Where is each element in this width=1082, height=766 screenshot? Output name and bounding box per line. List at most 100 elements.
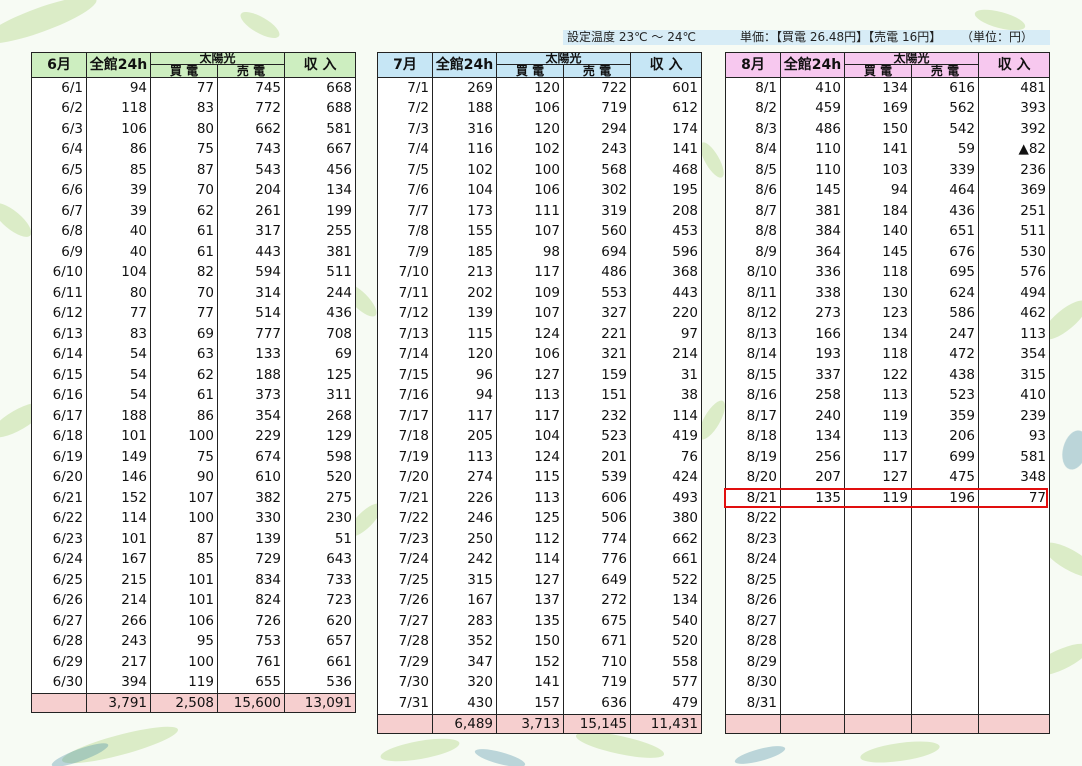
income-cell: [978, 549, 1051, 570]
sell-cell: 694: [562, 242, 632, 263]
total-cell: [780, 693, 845, 714]
buy-cell: 87: [150, 529, 218, 550]
table-row: 8/10 336 118 695 576: [725, 262, 1051, 283]
sell-cell: 776: [562, 549, 632, 570]
total-cell: 80: [86, 283, 151, 304]
sell-cell: 523: [562, 426, 632, 447]
sell-cell: 272: [562, 590, 632, 611]
income-cell: 481: [978, 77, 1051, 99]
table-row: 7/13 115 124 221 97: [377, 324, 703, 345]
sell-cell: [910, 652, 980, 673]
table-row: 8/30: [725, 672, 1051, 693]
sell-cell: 594: [216, 262, 286, 283]
sell-cell: 201: [562, 447, 632, 468]
table-row: 8/5 110 103 339 236: [725, 160, 1051, 181]
date-cell: 6/18: [31, 426, 87, 447]
date-cell: 6/26: [31, 590, 87, 611]
sell-cell: 373: [216, 385, 286, 406]
buy-cell: 83: [150, 98, 218, 119]
income-cell: 251: [978, 201, 1051, 222]
buy-cell: 184: [844, 201, 912, 222]
date-cell: 8/17: [725, 406, 781, 427]
date-cell: 7/27: [377, 611, 433, 632]
table-row: 8/21 135 119 196 77: [725, 488, 1051, 509]
total-cell: 320: [432, 672, 497, 693]
total-value: 11,431: [630, 713, 703, 734]
date-cell: 7/16: [377, 385, 433, 406]
date-cell: 7/7: [377, 201, 433, 222]
date-cell: 8/5: [725, 160, 781, 181]
buy-cell: 69: [150, 324, 218, 345]
income-cell: 93: [978, 426, 1051, 447]
total-cell: 110: [780, 139, 845, 160]
date-cell: 8/2: [725, 98, 781, 119]
totals-row: 6,489 3,713 15,145 11,431: [377, 713, 703, 734]
info-bar: 設定温度 23℃ ～ 24℃ 単価：【買電 26.48円】【売電 16円】 （単…: [563, 30, 1050, 45]
total-cell: [780, 529, 845, 550]
buy-cell: 62: [150, 365, 218, 386]
income-cell: 208: [630, 201, 703, 222]
total-cell: 166: [780, 324, 845, 345]
july-table: 7月 全館24h 太陽光 収 入 買 電 売 電 7/1 269 120 722 601…: [377, 52, 703, 734]
unit-label: （単位：円）: [961, 30, 1034, 44]
table-row: 7/24 242 114 776 661: [377, 549, 703, 570]
sell-cell: 562: [910, 98, 980, 119]
table-row: 7/12 139 107 327 220: [377, 303, 703, 324]
income-cell: 424: [630, 467, 703, 488]
date-cell: 8/14: [725, 344, 781, 365]
table-row: 6/27 266 106 726 620: [31, 611, 357, 632]
sell-cell: 321: [562, 344, 632, 365]
table-row: 7/27 283 135 675 540: [377, 611, 703, 632]
buy-cell: 70: [150, 180, 218, 201]
income-cell: 220: [630, 303, 703, 324]
total-cell: 205: [432, 426, 497, 447]
income-cell: 661: [284, 652, 357, 673]
date-cell: 8/27: [725, 611, 781, 632]
sell-cell: [910, 529, 980, 550]
sell-cell: [910, 590, 980, 611]
sell-cell: 314: [216, 283, 286, 304]
table-row: 6/14 54 63 133 69: [31, 344, 357, 365]
sell-cell: 327: [562, 303, 632, 324]
date-cell: 8/24: [725, 549, 781, 570]
buy-cell: 90: [150, 467, 218, 488]
date-cell: 6/8: [31, 221, 87, 242]
total-cell: 54: [86, 365, 151, 386]
sell-cell: 486: [562, 262, 632, 283]
total-cell: 39: [86, 180, 151, 201]
total-cell: 394: [86, 672, 151, 694]
month-label: 8月: [725, 52, 781, 78]
sell-cell: 624: [910, 283, 980, 304]
sell-cell: 382: [216, 488, 286, 509]
date-cell: 7/25: [377, 570, 433, 591]
total-cell: 338: [780, 283, 845, 304]
table-row: 6/16 54 61 373 311: [31, 385, 357, 406]
sell-cell: 834: [216, 570, 286, 591]
income-header: 収 入: [284, 52, 357, 78]
total-cell: 250: [432, 529, 497, 550]
total-cell: 101: [86, 426, 151, 447]
income-cell: ▲82: [978, 139, 1051, 160]
table-row: 7/21 226 113 606 493: [377, 488, 703, 509]
income-cell: 598: [284, 447, 357, 468]
sell-cell: 475: [910, 467, 980, 488]
date-cell: 8/22: [725, 508, 781, 529]
sell-cell: 675: [562, 611, 632, 632]
total-cell: 283: [432, 611, 497, 632]
date-cell: 8/6: [725, 180, 781, 201]
income-cell: 667: [284, 139, 357, 160]
date-cell: 8/15: [725, 365, 781, 386]
date-cell: 7/2: [377, 98, 433, 119]
date-cell: 7/29: [377, 652, 433, 673]
total-value: [377, 713, 433, 734]
sell-cell: 636: [562, 693, 632, 714]
date-cell: 6/2: [31, 98, 87, 119]
table-row: 8/31: [725, 693, 1051, 714]
income-cell: 493: [630, 488, 703, 509]
table-row: 6/7 39 62 261 199: [31, 201, 357, 222]
table-row: 8/2 459 169 562 393: [725, 98, 1051, 119]
total-cell: 188: [432, 98, 497, 119]
month-label: 7月: [377, 52, 433, 78]
sell-cell: 438: [910, 365, 980, 386]
sell-cell: 232: [562, 406, 632, 427]
